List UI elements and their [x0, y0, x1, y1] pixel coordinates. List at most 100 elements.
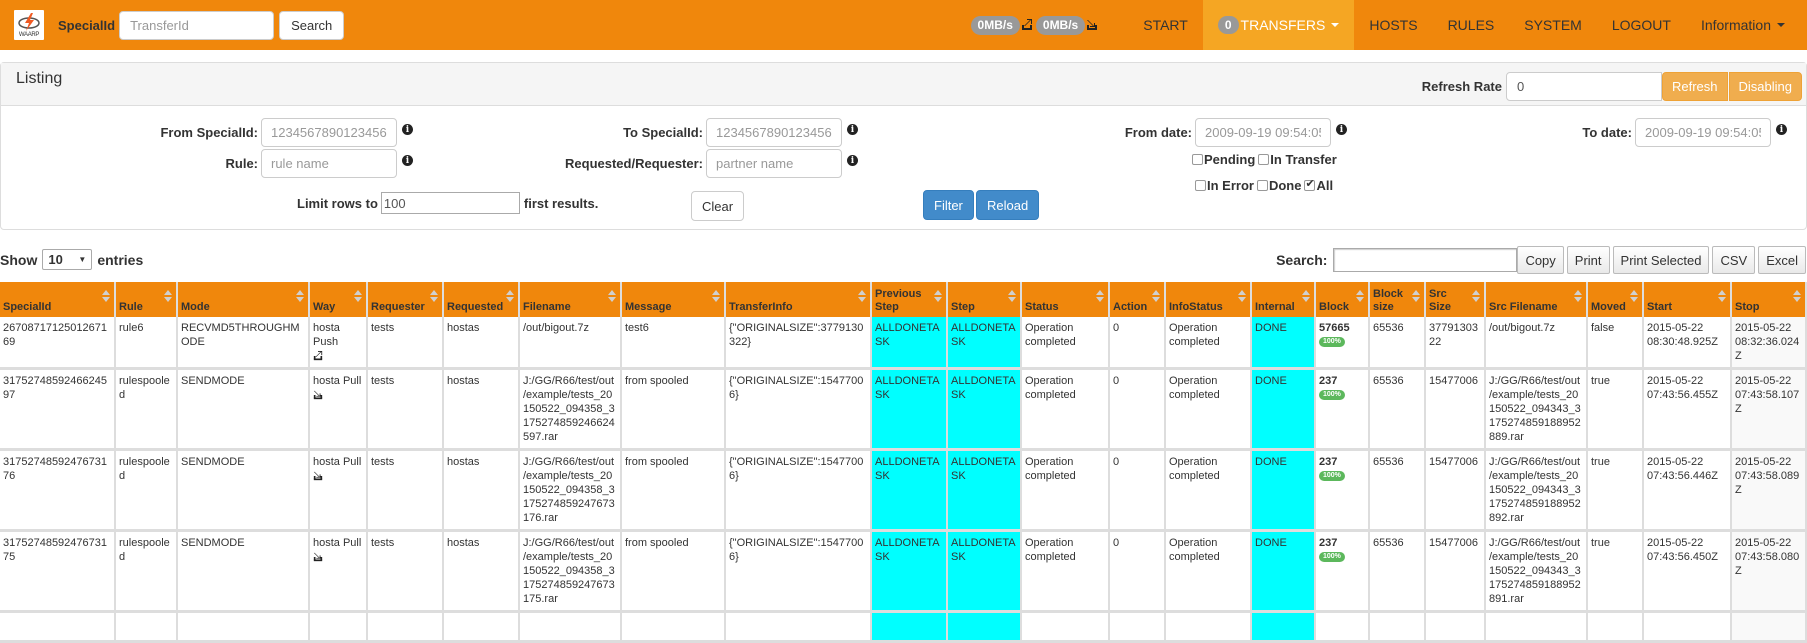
sort-icon[interactable] [608, 290, 616, 304]
done-label: Done [1268, 178, 1302, 193]
cell-src-filename: J:/GG/R66/test/out/example/tests_2015052… [1486, 370, 1588, 451]
from-date-label: From date: [1124, 125, 1192, 140]
sort-icon[interactable] [1302, 290, 1310, 304]
sort-icon[interactable] [1238, 290, 1246, 304]
nav-transfers[interactable]: 0 TRANSFERS [1202, 0, 1355, 50]
sort-icon[interactable] [934, 290, 942, 304]
nav-start[interactable]: START [1128, 0, 1203, 50]
nav-information[interactable]: Information [1686, 0, 1807, 50]
column-header[interactable]: TransferInfo [726, 282, 872, 317]
column-header[interactable]: Src Size [1426, 282, 1486, 317]
from-specialid-input[interactable] [261, 118, 397, 147]
info-icon[interactable]: i [402, 155, 413, 166]
nav-rules[interactable]: RULES [1433, 0, 1510, 50]
column-header[interactable]: Mode [178, 282, 310, 317]
disabling-button[interactable]: Disabling [1728, 72, 1802, 101]
table-row[interactable]: 2670871712501267169 rule6 RECVMD5THROUGHMO… [0, 317, 1807, 370]
column-header[interactable]: SpecialId [0, 282, 116, 317]
column-header[interactable]: Way [310, 282, 368, 317]
clear-button[interactable]: Clear [691, 191, 745, 221]
sort-icon[interactable] [296, 290, 304, 304]
to-specialid-input[interactable] [706, 118, 842, 147]
limit-rows-input[interactable] [380, 192, 520, 214]
sort-icon[interactable] [858, 290, 866, 304]
cell-block: 237 100% [1316, 451, 1370, 532]
info-icon[interactable]: i [847, 124, 858, 135]
column-header[interactable]: InfoStatus [1166, 282, 1252, 317]
sort-icon[interactable] [430, 290, 438, 304]
refresh-button[interactable]: Refresh [1661, 72, 1728, 101]
rule-input[interactable] [261, 149, 397, 178]
to-date-input[interactable] [1635, 118, 1771, 147]
cell-mode: RECVMD5THROUGHMODE [178, 317, 310, 370]
column-header[interactable]: Status [1022, 282, 1110, 317]
column-header[interactable]: Requester [368, 282, 444, 317]
nav-hosts[interactable]: HOSTS [1354, 0, 1432, 50]
column-header[interactable]: Src Filename [1486, 282, 1588, 317]
print-button[interactable]: Print [1566, 246, 1610, 274]
table-row[interactable]: 3175274859247673176 rulespooled SENDMODE ho… [0, 451, 1807, 532]
search-button[interactable]: Search [279, 10, 345, 40]
column-header-label: Mode [181, 301, 210, 313]
sort-icon[interactable] [1793, 290, 1801, 304]
column-header[interactable]: Step [948, 282, 1022, 317]
column-header[interactable]: Action [1110, 282, 1166, 317]
cell-stop [1732, 613, 1807, 643]
cell-src-size: 3779130322 [1426, 317, 1486, 370]
copy-button[interactable]: Copy [1517, 246, 1564, 274]
column-header[interactable]: Filename [520, 282, 622, 317]
info-icon[interactable]: i [1336, 124, 1347, 135]
sort-icon[interactable] [712, 290, 720, 304]
in-error-checkbox[interactable] [1195, 180, 1206, 191]
csv-button[interactable]: CSV [1712, 246, 1756, 274]
info-icon[interactable]: i [1776, 124, 1787, 135]
nav-logout[interactable]: LOGOUT [1597, 0, 1686, 50]
all-checkbox[interactable] [1304, 177, 1316, 191]
column-header[interactable]: Requested [444, 282, 520, 317]
sort-icon[interactable] [102, 290, 110, 304]
cell-filename: J:/GG/R66/test/out/example/tests_2015052… [520, 451, 622, 532]
refresh-rate-input[interactable] [1505, 72, 1662, 101]
info-icon[interactable]: i [847, 155, 858, 166]
sort-icon[interactable] [1152, 290, 1160, 304]
table-row[interactable] [0, 613, 1807, 643]
table-row[interactable]: 3175274859246624597 rulespooled SENDMODE ho… [0, 370, 1807, 451]
sort-icon[interactable] [1008, 290, 1016, 304]
print-selected-button[interactable]: Print Selected [1612, 246, 1710, 274]
from-date-input[interactable] [1195, 118, 1331, 147]
navbar: WAARP SpecialId Search 0MB/s 0MB/s START… [0, 0, 1807, 50]
sort-icon[interactable] [1718, 290, 1726, 304]
column-header[interactable]: Rule [116, 282, 178, 317]
sort-icon[interactable] [1412, 290, 1420, 304]
sort-icon[interactable] [1356, 290, 1364, 304]
done-checkbox[interactable] [1256, 180, 1268, 191]
sort-icon[interactable] [1630, 290, 1638, 304]
requested-input[interactable] [706, 149, 842, 178]
filter-button[interactable]: Filter [923, 190, 974, 220]
column-header[interactable]: Message [622, 282, 726, 317]
specialid-label: SpecialId [58, 17, 116, 33]
table-search-input[interactable] [1333, 248, 1518, 272]
column-header[interactable]: Stop [1732, 282, 1807, 317]
sort-icon[interactable] [1472, 290, 1480, 304]
nav-system[interactable]: SYSTEM [1509, 0, 1597, 50]
excel-button[interactable]: Excel [1758, 246, 1806, 274]
column-header[interactable]: Block [1316, 282, 1370, 317]
sort-icon[interactable] [354, 290, 362, 304]
sort-icon[interactable] [1574, 290, 1582, 304]
sort-icon[interactable] [1096, 290, 1104, 304]
in-transfer-checkbox[interactable] [1258, 154, 1270, 165]
sort-icon[interactable] [506, 290, 514, 304]
info-icon[interactable]: i [402, 124, 413, 135]
reload-button[interactable]: Reload [976, 190, 1040, 220]
transferid-search-input[interactable] [119, 10, 275, 40]
entries-length-select[interactable]: 10 ▼ [42, 249, 93, 270]
waarp-logo[interactable]: WAARP [14, 10, 44, 40]
column-header[interactable]: Block size [1370, 282, 1426, 317]
column-header[interactable]: Start [1644, 282, 1732, 317]
column-header[interactable]: Moved [1588, 282, 1644, 317]
column-header[interactable]: Internal [1252, 282, 1316, 317]
pending-checkbox[interactable] [1192, 154, 1203, 165]
column-header[interactable]: Previous Step [872, 282, 948, 317]
sort-icon[interactable] [164, 290, 172, 304]
